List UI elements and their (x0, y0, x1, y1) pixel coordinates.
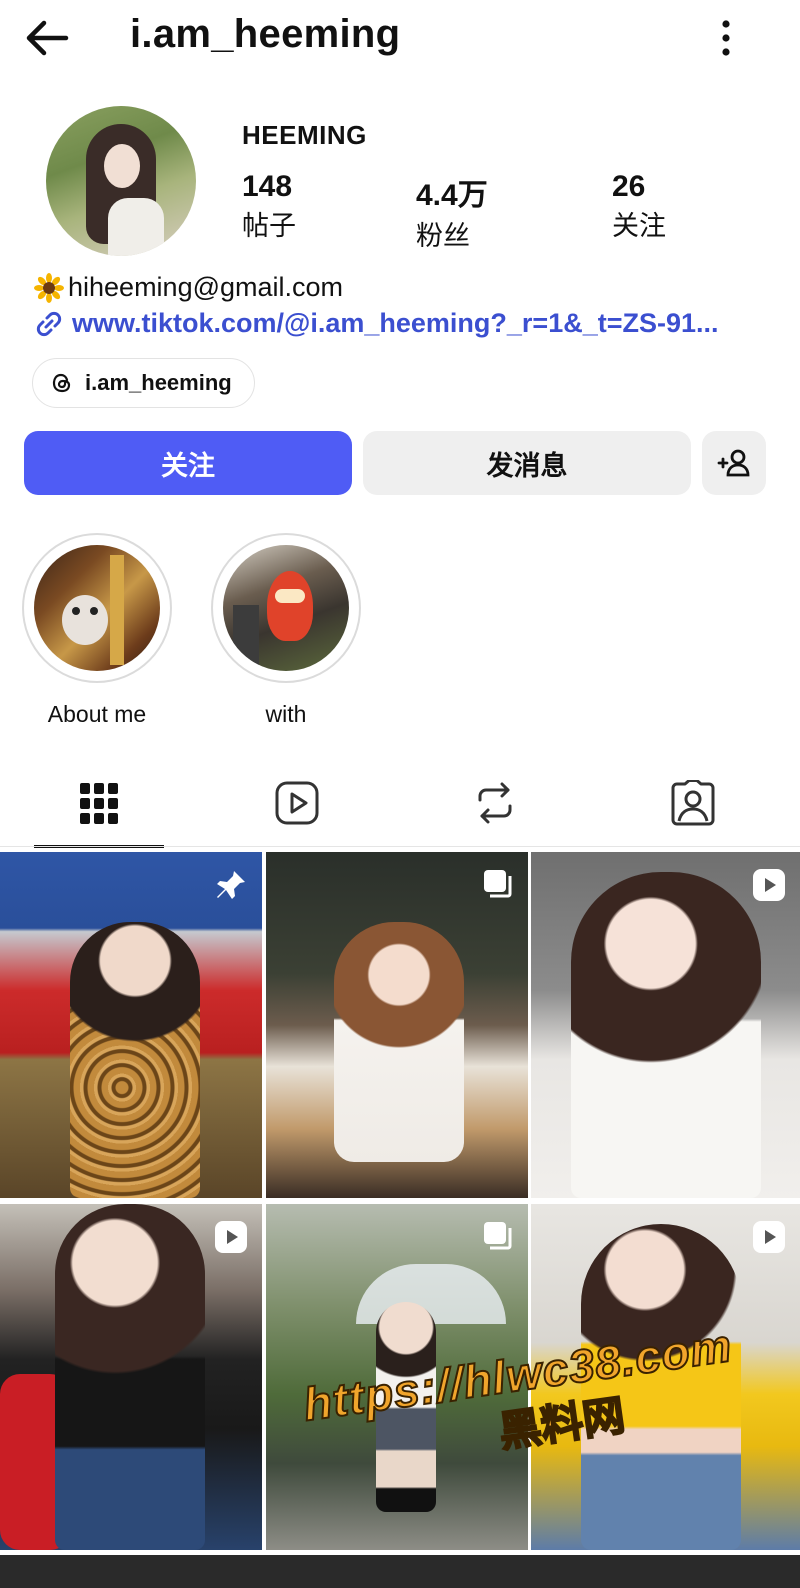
post-tile[interactable] (0, 852, 262, 1198)
reel-icon (215, 1221, 247, 1253)
post-tile[interactable] (0, 1204, 262, 1550)
stat-posts-label: 帖子 (242, 211, 296, 241)
highlight-about-me[interactable]: About me (22, 533, 172, 728)
bio-link[interactable]: www.tiktok.com/@i.am_heeming?_r=1&_t=ZS-… (34, 308, 774, 339)
stat-followers-count: 4.4万 (416, 179, 488, 212)
suggested-people-button[interactable] (702, 431, 766, 495)
threads-badge[interactable]: i.am_heeming (32, 358, 255, 408)
tagged-icon (671, 780, 715, 826)
tab-divider (0, 846, 800, 847)
tab-tagged[interactable] (628, 760, 758, 846)
tab-reposts[interactable] (430, 760, 560, 846)
stat-followers-label: 粉丝 (416, 221, 470, 251)
highlight-cover-image (34, 545, 160, 671)
post-grid-next-row (0, 1555, 800, 1588)
display-name: HEEMING (242, 120, 367, 150)
post-tile[interactable] (531, 852, 800, 1198)
highlight-ring (22, 533, 172, 683)
bio: hiheeming@gmail.com (34, 272, 343, 303)
stat-followers[interactable]: 4.4万 粉丝 (416, 170, 488, 253)
grid-icon (80, 782, 118, 824)
back-button[interactable] (22, 14, 78, 62)
bio-text: hiheeming@gmail.com (68, 272, 344, 302)
carousel-icon (484, 870, 512, 898)
reel-icon (753, 869, 785, 901)
reel-icon (753, 1221, 785, 1253)
reels-icon (275, 781, 319, 825)
profile-username-title: i.am_heeming (130, 12, 401, 56)
stat-following[interactable]: 26 关注 (612, 170, 666, 243)
threads-handle: i.am_heeming (85, 370, 232, 395)
stat-following-label: 关注 (612, 211, 666, 241)
arrow-left-icon (26, 20, 69, 56)
tab-posts-grid[interactable] (34, 760, 164, 848)
highlight-label: with (265, 701, 307, 727)
sunflower-icon (34, 272, 64, 303)
tab-reels[interactable] (232, 760, 362, 846)
message-button[interactable]: 发消息 (363, 431, 691, 495)
highlight-ring (211, 533, 361, 683)
stat-posts-count: 148 (242, 170, 293, 203)
more-vertical-icon (722, 20, 730, 56)
reposts-icon (478, 782, 512, 824)
highlight-label: About me (47, 701, 147, 727)
add-person-icon (717, 449, 750, 477)
highlight-cover-image (223, 545, 349, 671)
follow-button[interactable]: 关注 (24, 431, 352, 495)
stat-posts[interactable]: 148 帖子 (242, 170, 296, 243)
highlight-with[interactable]: with (211, 533, 361, 728)
pin-icon (217, 871, 245, 899)
more-options-button[interactable] (706, 14, 746, 62)
stat-following-count: 26 (612, 170, 646, 203)
profile-avatar[interactable] (46, 106, 196, 256)
link-icon (36, 311, 62, 336)
threads-icon (52, 373, 71, 393)
post-tile[interactable] (266, 852, 528, 1198)
bio-link-text: www.tiktok.com/@i.am_heeming?_r=1&_t=ZS-… (72, 308, 719, 338)
carousel-icon (484, 1222, 512, 1250)
